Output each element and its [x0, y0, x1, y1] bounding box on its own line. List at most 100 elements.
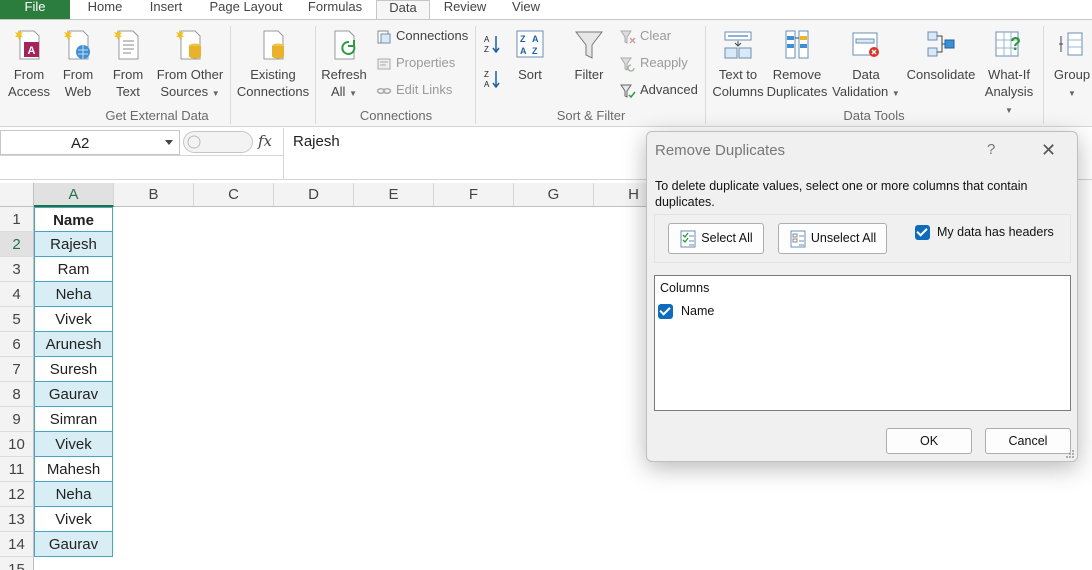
tab-review[interactable]: Review [436, 0, 494, 19]
row-header[interactable]: 10 [0, 432, 34, 457]
table-cell[interactable]: Neha [34, 482, 113, 507]
columns-list: Columns Name [654, 275, 1071, 411]
reapply-button[interactable]: Reapply [620, 55, 688, 72]
tab-view[interactable]: View [503, 0, 549, 19]
from-text-button[interactable]: From Text [106, 28, 150, 100]
table-cell[interactable]: Gaurav [34, 532, 113, 557]
close-icon[interactable]: ✕ [1041, 140, 1056, 161]
row-header[interactable]: 7 [0, 357, 34, 382]
my-data-has-headers-label[interactable]: My data has headers [937, 225, 1054, 239]
advanced-filter-button[interactable]: Advanced [620, 82, 698, 99]
formula-input[interactable]: Rajesh [293, 133, 340, 150]
insert-function-icon[interactable]: fx [258, 132, 272, 150]
tab-formulas[interactable]: Formulas [300, 0, 370, 19]
unselect-all-button[interactable]: Unselect All [778, 223, 887, 254]
row-header[interactable]: 15 [0, 557, 34, 570]
ok-button[interactable]: OK [886, 428, 972, 454]
dialog-description: To delete duplicate values, select one o… [655, 179, 1028, 209]
column-header-g[interactable]: G [514, 183, 594, 207]
clear-filter-icon [620, 30, 636, 44]
text-to-columns-button[interactable]: Text to Columns [712, 28, 764, 100]
resize-grip-icon[interactable] [1065, 449, 1075, 459]
select-all-corner[interactable] [0, 183, 34, 207]
consolidate-button[interactable]: Consolidate [904, 28, 978, 83]
from-web-button[interactable]: From Web [56, 28, 100, 100]
column-name-label[interactable]: Name [681, 304, 714, 318]
row-header[interactable]: 13 [0, 507, 34, 532]
row-header[interactable]: 6 [0, 332, 34, 357]
column-header-a[interactable]: A [34, 183, 114, 207]
table-cell[interactable]: Suresh [34, 357, 113, 382]
column-name-checkbox[interactable] [658, 304, 673, 319]
tab-insert[interactable]: Insert [141, 0, 191, 19]
table-cell[interactable]: Mahesh [34, 457, 113, 482]
group-label-data-tools: Data Tools [843, 108, 905, 123]
sort-button[interactable]: Z A A Z Sort [510, 28, 550, 83]
chevron-down-icon[interactable] [165, 140, 173, 145]
sort-descending-icon: Z A [484, 70, 500, 89]
table-cell[interactable]: Vivek [34, 307, 113, 332]
row-header[interactable]: 3 [0, 257, 34, 282]
ribbon-separator [1043, 26, 1044, 124]
filter-button[interactable]: Filter [566, 28, 612, 83]
svg-text:A: A [484, 35, 490, 44]
sort-a-to-z-button[interactable]: A Z [483, 33, 501, 59]
select-all-button[interactable]: Select All [668, 223, 764, 254]
data-validation-button[interactable]: Data Validation ▼ [832, 28, 900, 102]
group-label-connections: Connections [359, 108, 433, 123]
refresh-all-button[interactable]: Refresh All ▼ [318, 28, 370, 102]
column-header-f[interactable]: F [434, 183, 514, 207]
from-access-button[interactable]: A From Access [6, 28, 52, 100]
row-header[interactable]: 1 [0, 207, 34, 232]
svg-text:Z: Z [532, 46, 538, 56]
table-cell[interactable]: Neha [34, 282, 113, 307]
table-cell[interactable]: Gaurav [34, 382, 113, 407]
name-box-divider [0, 155, 283, 156]
row-header[interactable]: 11 [0, 457, 34, 482]
existing-connections-button[interactable]: Existing Connections [234, 28, 312, 100]
group-button[interactable]: Group ▼ [1050, 28, 1092, 102]
row-header[interactable]: 8 [0, 382, 34, 407]
sort-ascending-icon: A Z [484, 35, 500, 54]
tab-home[interactable]: Home [80, 0, 130, 19]
name-box[interactable]: A2 [0, 130, 180, 155]
row-header[interactable]: 14 [0, 532, 34, 557]
clear-filter-button[interactable]: Clear [620, 28, 671, 45]
sort-z-to-a-button[interactable]: Z A [483, 68, 501, 94]
table-cell[interactable]: Rajesh [34, 232, 113, 257]
table-header-cell[interactable]: Name [34, 207, 113, 232]
table-cell[interactable]: Ram [34, 257, 113, 282]
formula-bar-handle[interactable] [183, 131, 253, 153]
column-header-b[interactable]: B [114, 183, 194, 207]
row-header[interactable]: 12 [0, 482, 34, 507]
tab-file[interactable]: File [0, 0, 70, 19]
help-icon[interactable]: ? [987, 141, 995, 158]
what-if-analysis-button[interactable]: ? What-If Analysis ▼ [984, 28, 1034, 119]
ribbon-separator [315, 26, 316, 124]
data-validation-icon [852, 32, 879, 57]
tab-page-layout[interactable]: Page Layout [201, 0, 291, 19]
row-header[interactable]: 2 [0, 232, 34, 257]
cancel-button[interactable]: Cancel [985, 428, 1071, 454]
row-header[interactable]: 5 [0, 307, 34, 332]
svg-text:A: A [484, 80, 490, 89]
row-header[interactable]: 4 [0, 282, 34, 307]
column-header-d[interactable]: D [274, 183, 354, 207]
remove-duplicates-button[interactable]: Remove Duplicates [766, 28, 828, 100]
advanced-filter-icon [620, 84, 636, 98]
row-header[interactable]: 9 [0, 407, 34, 432]
connections-button[interactable]: Connections [376, 28, 468, 45]
properties-button[interactable]: Properties [376, 55, 455, 72]
edit-links-button[interactable]: Edit Links [376, 82, 452, 99]
svg-text:?: ? [1010, 34, 1021, 54]
table-cell[interactable]: Simran [34, 407, 113, 432]
table-cell[interactable]: Vivek [34, 432, 113, 457]
table-cell[interactable]: Arunesh [34, 332, 113, 357]
my-data-has-headers-checkbox[interactable] [915, 225, 930, 240]
column-header-e[interactable]: E [354, 183, 434, 207]
tab-data[interactable]: Data [376, 0, 430, 20]
from-other-sources-button[interactable]: From Other Sources ▼ [154, 28, 226, 102]
table-cell[interactable]: Vivek [34, 507, 113, 532]
column-header-c[interactable]: C [194, 183, 274, 207]
svg-text:A: A [532, 34, 539, 44]
